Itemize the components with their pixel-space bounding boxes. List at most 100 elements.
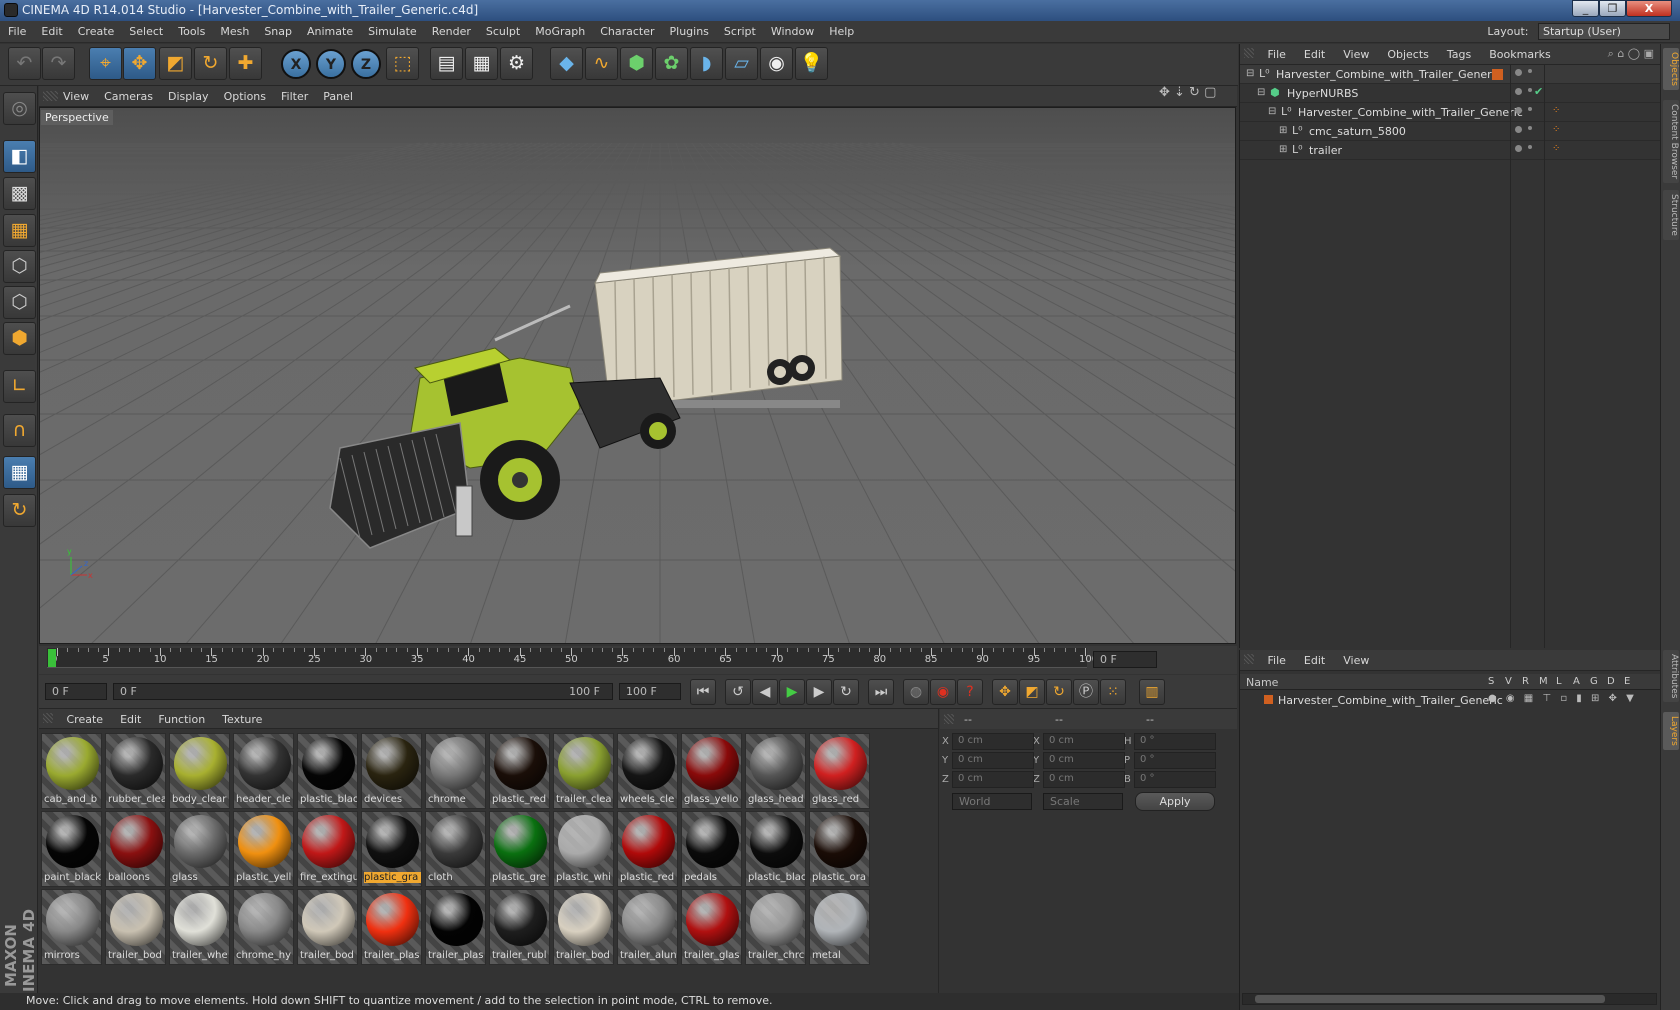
enabled-check-icon[interactable]: ✔ <box>1534 85 1543 98</box>
material-swatch[interactable]: trailer_clea <box>553 733 614 809</box>
visibility-render-dot[interactable] <box>1528 69 1532 73</box>
timeline[interactable]: 0510152025303540455055606570758085909510… <box>39 646 1237 674</box>
material-swatch[interactable]: plastic_red <box>617 811 678 887</box>
layer-color-tag[interactable] <box>1492 69 1503 80</box>
light-icon[interactable]: 💡 <box>795 47 828 80</box>
material-swatch[interactable]: glass_yello <box>681 733 742 809</box>
viewport-menu-panel[interactable]: Panel <box>315 86 360 103</box>
material-swatch[interactable]: wheels_cle <box>617 733 678 809</box>
expand-toggle-icon[interactable]: ⊞ <box>1279 144 1287 155</box>
material-menu-create[interactable]: Create <box>57 709 111 726</box>
material-swatch[interactable]: glass <box>169 811 230 887</box>
material-swatch[interactable]: trailer_alun <box>617 889 678 965</box>
coord-mode-dropdown[interactable]: Scale <box>1043 793 1123 810</box>
material-swatch[interactable]: devices <box>361 733 422 809</box>
key-scale-icon[interactable]: ◩ <box>1019 679 1045 705</box>
object-menu-edit[interactable]: Edit <box>1294 44 1333 61</box>
layer-column-header[interactable]: E <box>1624 676 1630 687</box>
menu-animate[interactable]: Animate <box>299 21 360 38</box>
layer-column-header[interactable]: V <box>1505 676 1512 687</box>
visibility-editor-dot[interactable] <box>1515 107 1522 114</box>
material-tag-icon[interactable]: ⁘ <box>1552 124 1560 135</box>
expand-toggle-icon[interactable]: ⊞ <box>1279 125 1287 136</box>
maximize-button[interactable]: ❐ <box>1599 0 1626 17</box>
current-frame-field[interactable]: 0 F <box>1093 651 1157 668</box>
viewport-menu-display[interactable]: Display <box>160 86 216 103</box>
expand-toggle-icon[interactable]: ⊟ <box>1268 106 1276 117</box>
model-mode-icon[interactable]: ◧ <box>3 140 36 173</box>
render-view-icon[interactable]: ▤ <box>430 47 463 80</box>
object-row[interactable]: ⊟ ⬢ HyperNURBS ✔ <box>1240 84 1660 103</box>
add-icon[interactable]: ✚ <box>229 47 262 80</box>
layer-column-header[interactable]: M <box>1539 676 1548 687</box>
texture-mode-icon[interactable]: ▩ <box>3 177 36 210</box>
object-menu-objects[interactable]: Objects <box>1377 44 1437 61</box>
viewport-menu-filter[interactable]: Filter <box>273 86 315 103</box>
array-icon[interactable]: ✿ <box>655 47 688 80</box>
tab-content-browser[interactable]: Content Browser <box>1663 100 1679 184</box>
menu-select[interactable]: Select <box>121 21 170 38</box>
viewport[interactable]: y x z Perspective <box>39 107 1236 644</box>
make-editable-icon[interactable]: ◎ <box>3 92 36 125</box>
expand-toggle-icon[interactable]: ⊟ <box>1246 68 1254 79</box>
panel-grip[interactable] <box>1244 654 1254 664</box>
material-menu-function[interactable]: Function <box>148 709 212 726</box>
cube-icon[interactable]: ◆ <box>550 47 583 80</box>
end-frame-field[interactable]: 100 F <box>619 683 681 700</box>
visibility-render-dot[interactable] <box>1528 107 1532 111</box>
live-selection-icon[interactable]: ⌖ <box>89 47 122 80</box>
layer-menu-edit[interactable]: Edit <box>1294 650 1333 667</box>
material-swatch[interactable]: cloth <box>425 811 486 887</box>
material-swatch[interactable]: header_cle <box>233 733 294 809</box>
material-swatch[interactable]: rubber_clea <box>105 733 166 809</box>
timeline-window-icon[interactable]: ▥ <box>1139 679 1165 705</box>
material-swatch[interactable]: paint_black <box>41 811 102 887</box>
material-swatch[interactable]: trailer_glas <box>681 889 742 965</box>
coord-size-field[interactable]: 0 cm <box>1043 771 1125 788</box>
render-settings-icon[interactable]: ⚙ <box>500 47 533 80</box>
nurbs-icon[interactable]: ⬢ <box>620 47 653 80</box>
rotate-icon[interactable]: ↻ <box>194 47 227 80</box>
menu-mograph[interactable]: MoGraph <box>527 21 592 38</box>
coord-rotation-field[interactable]: 0 ° <box>1134 733 1216 750</box>
material-swatch[interactable]: trailer_chrc <box>745 889 806 965</box>
material-swatch[interactable]: cab_and_b <box>41 733 102 809</box>
tab-layers[interactable]: Layers <box>1663 712 1679 750</box>
menu-character[interactable]: Character <box>592 21 661 38</box>
layer-column-header[interactable]: L <box>1556 676 1562 687</box>
layer-row[interactable]: Harvester_Combine_with_Trailer_Generic ●… <box>1240 691 1661 709</box>
render-picture-viewer-icon[interactable]: ▦ <box>465 47 498 80</box>
tab-objects[interactable]: Objects <box>1663 48 1679 91</box>
material-swatch[interactable]: trailer_bod <box>297 889 358 965</box>
visibility-render-dot[interactable] <box>1528 126 1532 130</box>
coord-rotation-field[interactable]: 0 ° <box>1134 752 1216 769</box>
coord-position-field[interactable]: 0 cm <box>952 733 1034 750</box>
menu-script[interactable]: Script <box>716 21 763 38</box>
panel-grip[interactable] <box>944 714 954 724</box>
key-parameter-icon[interactable]: Ⓟ <box>1073 679 1099 705</box>
go-to-start-icon[interactable]: ⏮ <box>690 679 716 705</box>
object-search-icons[interactable]: ⌕ ⌂ ◯ ▣ <box>1608 47 1654 61</box>
expand-toggle-icon[interactable]: ⊟ <box>1257 87 1265 98</box>
step-back-icon[interactable]: ◀ <box>752 679 778 705</box>
panel-grip[interactable] <box>1244 48 1254 58</box>
material-swatch[interactable]: trailer_plas <box>361 889 422 965</box>
menu-plugins[interactable]: Plugins <box>662 21 716 38</box>
visibility-editor-dot[interactable] <box>1515 69 1522 76</box>
material-swatch[interactable]: glass_head <box>745 733 806 809</box>
coord-position-field[interactable]: 0 cm <box>952 752 1034 769</box>
go-to-end-icon[interactable]: ⏭ <box>868 679 894 705</box>
visibility-editor-dot[interactable] <box>1515 145 1522 152</box>
menu-simulate[interactable]: Simulate <box>360 21 424 38</box>
material-swatch[interactable]: metal <box>809 889 870 965</box>
polygons-mode-icon[interactable]: ⬢ <box>3 322 36 355</box>
panel-grip[interactable] <box>43 713 53 723</box>
layer-column-header[interactable]: G <box>1590 676 1598 687</box>
viewport-menu-view[interactable]: View <box>55 86 96 103</box>
menu-tools[interactable]: Tools <box>170 21 212 38</box>
snap-magnet-icon[interactable]: ∩ <box>3 414 36 447</box>
move-icon[interactable]: ✥ <box>123 47 156 80</box>
workplane-icon[interactable]: ▦ <box>3 214 36 247</box>
material-swatch[interactable]: plastic_red <box>489 733 550 809</box>
minimize-button[interactable]: _ <box>1572 0 1599 17</box>
